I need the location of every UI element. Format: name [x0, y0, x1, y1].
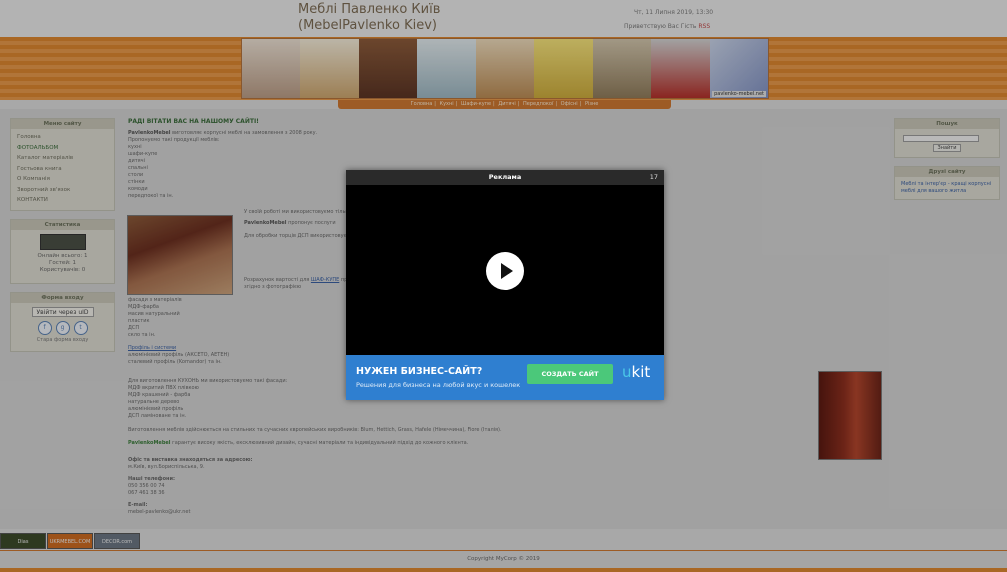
promo-title: НУЖЕН БИЗНЕС-САЙТ? — [356, 366, 483, 377]
ad-countdown: 17 — [649, 173, 658, 181]
ad-video[interactable] — [346, 185, 664, 355]
create-site-button[interactable]: СОЗДАТЬ САЙТ — [527, 364, 613, 384]
play-icon — [501, 263, 513, 279]
ukit-logo: ukit — [622, 363, 651, 381]
ad-modal: Реклама 17 НУЖЕН БИЗНЕС-САЙТ? Решения дл… — [346, 170, 664, 400]
play-button[interactable] — [486, 252, 524, 290]
ad-header: Реклама 17 — [346, 170, 664, 185]
ad-header-label: Реклама — [488, 173, 522, 181]
promo-subtitle: Решения для бизнеса на любой вкус и коше… — [356, 381, 521, 389]
ad-promo-banner[interactable]: НУЖЕН БИЗНЕС-САЙТ? Решения для бизнеса н… — [346, 355, 664, 400]
